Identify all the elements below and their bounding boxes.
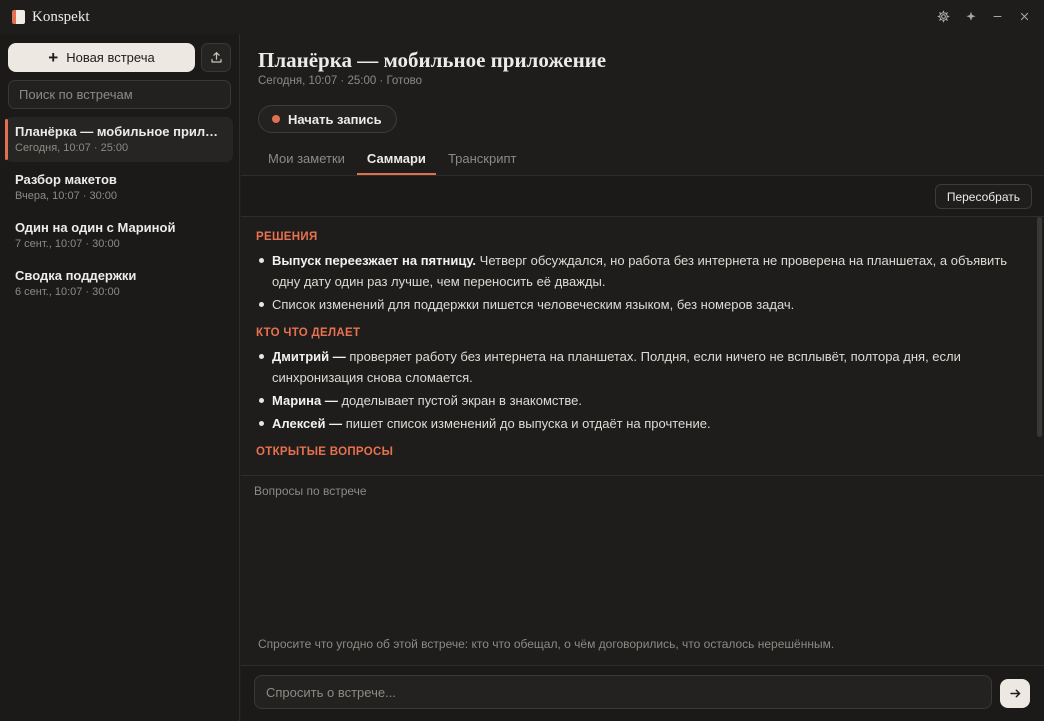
who-does-what-heading: КТО ЧТО ДЕЛАЕТ bbox=[256, 327, 361, 339]
summary-content: РЕШЕНИЯ Выпуск переезжает на пятницу. Че… bbox=[241, 217, 1044, 475]
rebuild-button[interactable]: Пересобрать bbox=[934, 184, 1032, 209]
meeting-item-planerka[interactable]: Планёрка — мобильное приложение Сегодня,… bbox=[5, 117, 233, 162]
export-button[interactable] bbox=[201, 43, 231, 72]
list-item: Марина — доделывает пустой экран в знако… bbox=[256, 390, 1014, 411]
list-item: Алексей — пишет список изменений до выпу… bbox=[256, 413, 1014, 434]
item-bold: Алексей — bbox=[272, 416, 343, 431]
new-meeting-label: Новая встреча bbox=[66, 50, 155, 65]
summary-toolbar: Пересобрать bbox=[241, 176, 1044, 217]
item-bold: Марина — bbox=[272, 393, 338, 408]
window-controls bbox=[934, 7, 1034, 26]
close-icon[interactable] bbox=[1015, 7, 1034, 26]
open-questions-heading: ОТКРЫТЫЕ ВОПРОСЫ bbox=[256, 446, 394, 458]
record-dot-icon bbox=[272, 115, 280, 123]
decisions-list: Выпуск переезжает на пятницу. Четверг об… bbox=[256, 250, 1014, 315]
app-title: Konspekt bbox=[32, 8, 90, 25]
arrow-right-icon bbox=[1009, 689, 1020, 698]
item-text: проверяет работу без интернета на планше… bbox=[272, 349, 961, 385]
decisions-heading: РЕШЕНИЯ bbox=[256, 231, 318, 243]
meeting-item-meta: Вчера, 10:07 · 30:00 bbox=[15, 190, 117, 202]
new-meeting-button[interactable]: + Новая встреча bbox=[8, 43, 195, 72]
item-text: доделывает пустой экран в знакомстве. bbox=[337, 393, 582, 408]
sidebar: + Новая встреча Планёрка — мобильное при… bbox=[0, 34, 240, 721]
meeting-item-title: Разбор макетов bbox=[15, 172, 117, 187]
meeting-item-meta: Сегодня, 10:07 · 25:00 bbox=[15, 142, 129, 154]
qa-hint: Спросите что угодно об этой встрече: кто… bbox=[258, 637, 835, 651]
page-title: Планёрка — мобильное приложение bbox=[258, 48, 607, 72]
list-item: Выпуск переезжает на пятницу. Четверг об… bbox=[256, 250, 1014, 292]
plus-icon: + bbox=[48, 48, 59, 67]
tab-transcript[interactable]: Транскрипт bbox=[438, 147, 527, 175]
meeting-list: Планёрка — мобильное приложение Сегодня,… bbox=[5, 117, 233, 309]
item-bold: Дмитрий — bbox=[272, 349, 346, 364]
meeting-item-title: Один на один с Мариной bbox=[15, 220, 176, 235]
ask-input[interactable] bbox=[254, 675, 992, 709]
meeting-item-meta: 7 сент., 10:07 · 30:00 bbox=[15, 238, 120, 250]
main-panel: Планёрка — мобильное приложение Сегодня,… bbox=[241, 34, 1044, 721]
summary-scrollbar[interactable] bbox=[1037, 217, 1042, 437]
tab-summary[interactable]: Саммари bbox=[356, 147, 436, 175]
gear-icon[interactable] bbox=[934, 7, 953, 26]
meeting-item-support[interactable]: Сводка поддержки 6 сент., 10:07 · 30:00 bbox=[5, 261, 233, 306]
send-button[interactable] bbox=[1000, 679, 1030, 708]
item-text: пишет список изменений до выпуска и отда… bbox=[342, 416, 711, 431]
page-meta: Сегодня, 10:07 · 25:00 · Готово bbox=[258, 75, 422, 87]
meeting-item-marina[interactable]: Один на один с Мариной 7 сент., 10:07 · … bbox=[5, 213, 233, 258]
item-text: Список изменений для поддержки пишется ч… bbox=[272, 297, 795, 312]
assignments-list: Дмитрий — проверяет работу без интернета… bbox=[256, 346, 1014, 434]
upload-icon bbox=[210, 52, 222, 63]
list-item: Дмитрий — проверяет работу без интернета… bbox=[256, 346, 1014, 388]
start-recording-label: Начать запись bbox=[288, 111, 382, 127]
list-item: Список изменений для поддержки пишется ч… bbox=[256, 294, 1014, 315]
meeting-item-title: Сводка поддержки bbox=[15, 268, 137, 283]
divider bbox=[241, 475, 1044, 476]
app-logo-icon bbox=[12, 10, 25, 24]
start-recording-button[interactable]: Начать запись bbox=[258, 105, 397, 133]
qa-label: Вопросы по встрече bbox=[254, 484, 367, 498]
minimize-icon[interactable] bbox=[988, 7, 1007, 26]
search-input[interactable] bbox=[8, 80, 231, 109]
tab-bar: Мои заметки Саммари Транскрипт bbox=[258, 147, 528, 175]
item-bold: Выпуск переезжает на пятницу. bbox=[272, 253, 477, 268]
titlebar: Konspekt bbox=[0, 0, 1044, 34]
meeting-item-title: Планёрка — мобильное приложение bbox=[15, 124, 223, 139]
meeting-item-meta: 6 сент., 10:07 · 30:00 bbox=[15, 286, 120, 298]
tab-notes[interactable]: Мои заметки bbox=[258, 147, 355, 175]
pin-icon[interactable] bbox=[961, 7, 980, 26]
meeting-item-razbor[interactable]: Разбор макетов Вчера, 10:07 · 30:00 bbox=[5, 165, 233, 210]
